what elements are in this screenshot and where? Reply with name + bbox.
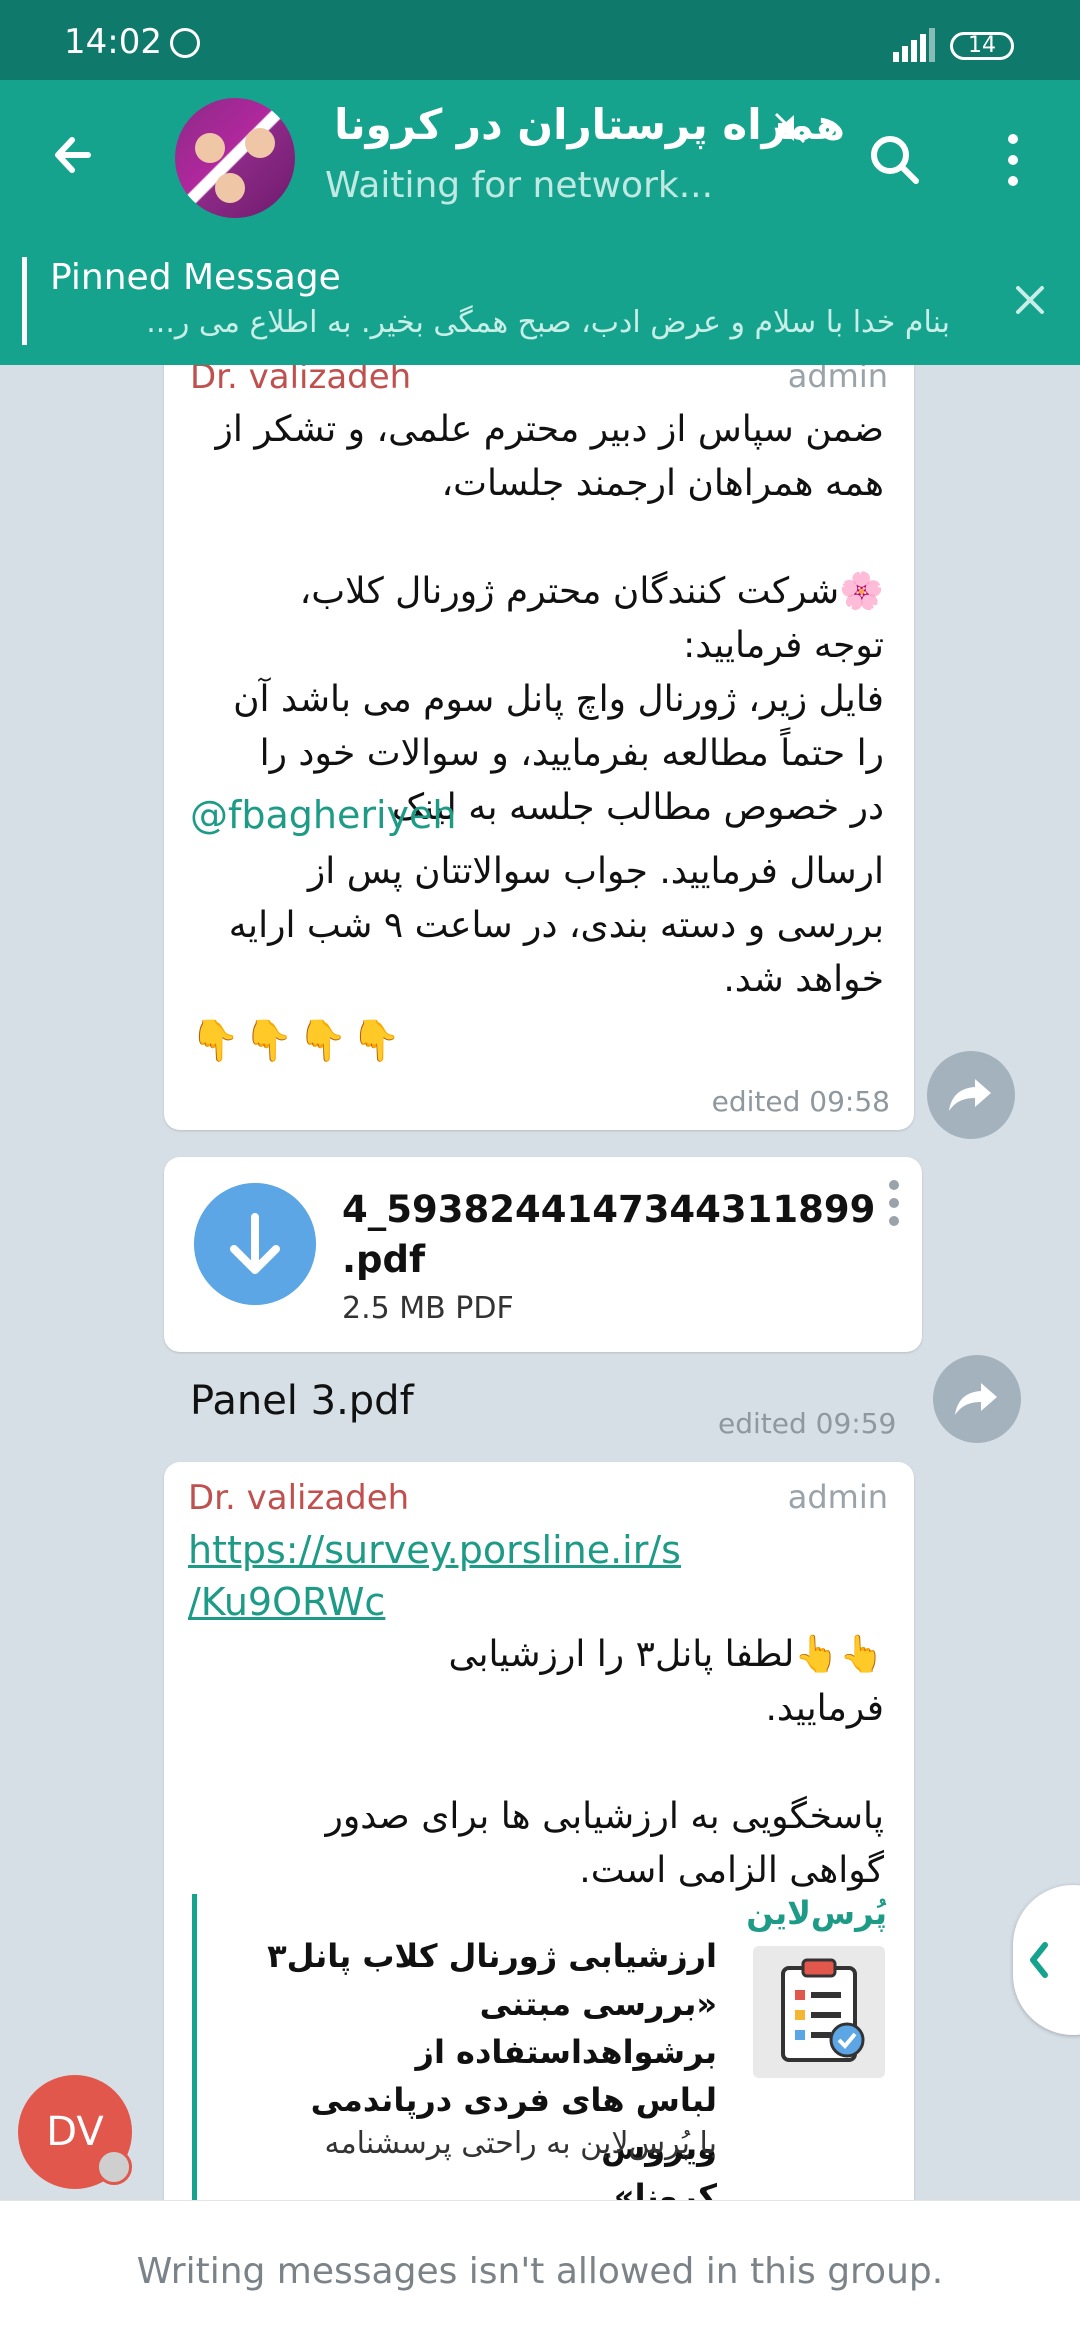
more-options-icon[interactable] (995, 125, 1031, 195)
chat-header: همراه پرستاران در کرونا Waiting for netw… (0, 80, 1080, 235)
pinned-label: Pinned Message (50, 257, 341, 298)
message-text: ضمن سپاس از دبیر محترم علمی، و تشکر از ه… (215, 409, 884, 828)
message-bubble[interactable]: Dr. valizadeh admin https://survey.porsl… (164, 1462, 914, 2200)
file-name[interactable]: 4_5938244147344311899 .pdf (342, 1185, 875, 1285)
mute-icon (774, 112, 806, 144)
preview-site-name: پُرس‌لاین (746, 1894, 887, 1932)
file-caption: Panel 3.pdf (190, 1378, 414, 1424)
signal-icon (893, 28, 935, 62)
share-icon[interactable] (933, 1355, 1021, 1443)
preview-thumbnail (753, 1946, 885, 2078)
preview-description: با پُرس‌لاین به راحتی پرسشنامه (324, 2126, 717, 2161)
write-disabled-notice: Writing messages isn't allowed in this g… (136, 2251, 944, 2292)
message-time: edited 09:58 (711, 1085, 890, 1118)
close-icon[interactable] (1010, 280, 1050, 320)
survey-link[interactable]: https://survey.porsline.ir/s /Ku9ORWc (188, 1524, 681, 1628)
status-time: 14:02 (64, 22, 162, 62)
connection-status: Waiting for network... (325, 165, 714, 206)
group-title[interactable]: همراه پرستاران در کرونا (325, 100, 845, 149)
battery-icon: 14 (950, 32, 1014, 60)
status-bar: 14:02 14 (0, 0, 1080, 80)
link-preview[interactable]: پُرس‌لاین ارزشیابی ژورنال کلاب پانل۳ «بر… (192, 1894, 887, 2200)
group-avatar[interactable] (175, 98, 295, 218)
avatar-initials: DV (46, 2109, 104, 2155)
file-message-bubble[interactable]: 4_5938244147344311899 .pdf 2.5 MB PDF (164, 1157, 922, 1352)
message-list[interactable]: Dr. valizadeh admin ضمن سپاس از دبیر محت… (0, 365, 1080, 2200)
alarm-icon (170, 28, 200, 58)
file-options-icon[interactable] (886, 1179, 902, 1229)
search-icon[interactable] (860, 125, 930, 195)
sender-avatar[interactable]: DV (18, 2075, 132, 2189)
download-icon[interactable] (194, 1183, 316, 1305)
message-text: ارسال فرمایید. جواب سوالاتتان پس از بررس… (228, 851, 884, 1000)
message-bubble[interactable]: Dr. valizadeh admin ضمن سپاس از دبیر محت… (164, 365, 914, 1130)
pointing-down-emoji: 👇👇👇👇 (190, 1018, 406, 1064)
sender-name[interactable]: Dr. valizadeh (188, 1478, 409, 1518)
message-text: 👆👆لطفا پانل۳ را ارزشیابی فرمایید. پاسخگو… (325, 1634, 884, 1891)
scroll-back-button[interactable] (1013, 1885, 1080, 2035)
pinned-accent-line (22, 257, 27, 345)
mention-link[interactable]: @fbagheriyeh (190, 793, 457, 837)
file-size: 2.5 MB PDF (342, 1291, 514, 1326)
admin-badge: admin (787, 365, 888, 395)
composer-disabled-bar: Writing messages isn't allowed in this g… (0, 2200, 1080, 2341)
clipboard-icon (781, 1958, 865, 2062)
pinned-preview: بنام خدا با سلام و عرض ادب، صبح همگی بخی… (146, 305, 950, 340)
admin-badge: admin (787, 1478, 888, 1516)
message-time: edited 09:59 (718, 1407, 897, 1440)
share-icon[interactable] (927, 1051, 1015, 1139)
back-arrow-icon[interactable] (40, 120, 110, 190)
online-status-dot (96, 2149, 132, 2185)
chevron-left-icon (1030, 1942, 1048, 1978)
pinned-message-bar[interactable]: Pinned Message بنام خدا با سلام و عرض اد… (0, 235, 1080, 365)
sender-name[interactable]: Dr. valizadeh (190, 365, 411, 397)
